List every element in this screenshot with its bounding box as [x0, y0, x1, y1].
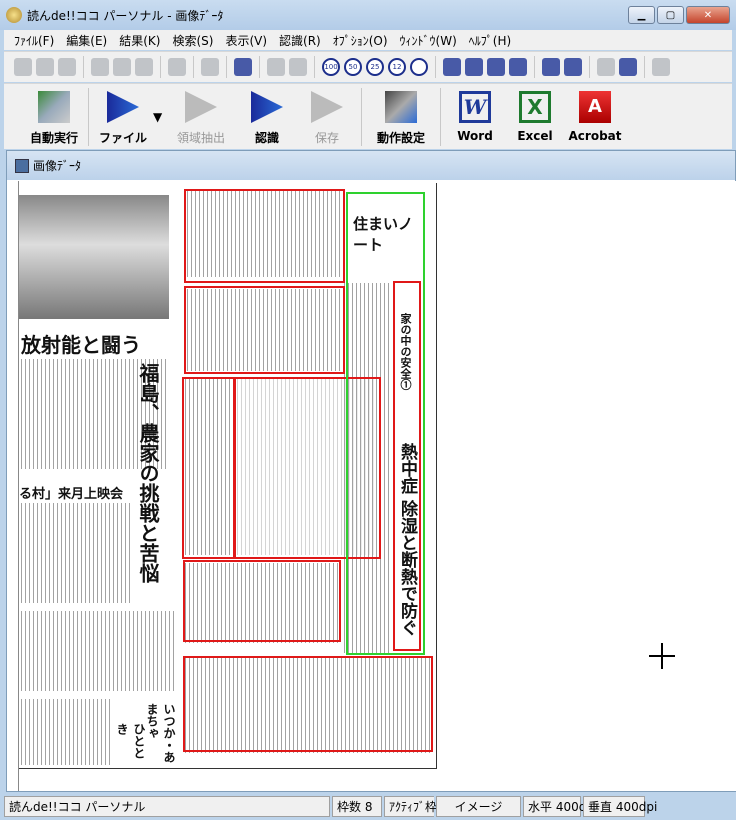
- frame-icon[interactable]: [201, 58, 219, 76]
- headline-fukushima: 福島、農家の挑戦と苦悩: [136, 363, 160, 583]
- insert-icon[interactable]: [465, 58, 483, 76]
- zoom-12-icon[interactable]: 12: [388, 58, 406, 76]
- menu-options[interactable]: ｵﾌﾟｼｮﾝ(O): [327, 32, 394, 49]
- zoom-100-icon[interactable]: 100: [322, 58, 340, 76]
- rotate-icon[interactable]: [91, 58, 109, 76]
- menu-help[interactable]: ﾍﾙﾌﾟ(H): [463, 32, 517, 49]
- app-icon: [6, 7, 22, 23]
- save-button[interactable]: 保存: [297, 87, 357, 149]
- image-data-window: 画像ﾃﾞｰﾀ 放射能と闘う 福島、農家の挑戦と苦悩 る村」来月上映会 ひととき …: [6, 150, 736, 792]
- paste-icon[interactable]: [58, 58, 76, 76]
- menu-search[interactable]: 検索(S): [166, 32, 219, 49]
- menu-view[interactable]: 表示(V): [219, 32, 273, 49]
- file-dropdown-icon[interactable]: ▼: [153, 110, 165, 124]
- headline-radiation: 放射能と闘う: [21, 333, 141, 357]
- merge-icon[interactable]: [564, 58, 582, 76]
- close-button[interactable]: ✕: [686, 6, 730, 24]
- target-icon[interactable]: [509, 58, 527, 76]
- file-icon: [107, 91, 139, 123]
- auto-run-icon: [38, 91, 70, 123]
- rotate-right-icon[interactable]: [113, 58, 131, 76]
- photo: [19, 195, 169, 319]
- recognition-frame[interactable]: [184, 286, 345, 374]
- recognition-frame[interactable]: [183, 560, 341, 642]
- file-button[interactable]: ファイル: [93, 87, 153, 149]
- headline-screening: る村」来月上映会: [19, 487, 124, 502]
- image-canvas[interactable]: 放射能と闘う 福島、農家の挑戦と苦悩 る村」来月上映会 ひととき いつか・あまち…: [18, 181, 736, 791]
- scanner-icon: [385, 91, 417, 123]
- copy-icon[interactable]: [36, 58, 54, 76]
- maximize-button[interactable]: ▢: [657, 6, 684, 24]
- zoom-page-icon[interactable]: [410, 58, 428, 76]
- status-frame-count: 枠数 8: [332, 796, 382, 817]
- status-app: 読んde!!ココ パーソナル: [4, 796, 330, 817]
- menu-window[interactable]: ｳｨﾝﾄﾞｳ(W): [394, 32, 463, 49]
- image-data-icon: [15, 158, 29, 173]
- main-toolbar: 自動実行 ファイル ▼ 領域抽出 認識 保存 動作設定 W Word X Excel…: [4, 83, 732, 149]
- menu-file[interactable]: ﾌｧｲﾙ(F): [8, 32, 60, 49]
- flip-icon[interactable]: [135, 58, 153, 76]
- import-icon[interactable]: [443, 58, 461, 76]
- menu-edit[interactable]: 編集(E): [60, 32, 113, 49]
- caption-hitotoki: ひととき: [115, 723, 146, 759]
- extract-area-button[interactable]: 領域抽出: [165, 87, 237, 149]
- grid-icon[interactable]: [597, 58, 615, 76]
- status-bar: 読んde!!ココ パーソナル 枠数 8 ｱｸﾃｨﾌﾞ枠 イメージ 水平 400d…: [4, 796, 732, 817]
- title-bar: 読んde!!ココ パーソナル - 画像ﾃﾞｰﾀ ▁ ▢ ✕: [0, 0, 736, 30]
- auto-run-button[interactable]: 自動実行: [24, 87, 84, 149]
- acrobat-icon: A: [579, 91, 611, 123]
- status-active: ｱｸﾃｨﾌﾞ枠: [384, 796, 437, 817]
- excel-button[interactable]: X Excel: [505, 87, 565, 149]
- standard-toolbar: 100 50 25 12: [4, 51, 732, 82]
- menu-bar: ﾌｧｲﾙ(F) 編集(E) 結果(K) 検索(S) 表示(V) 認識(R) ｵﾌ…: [4, 30, 732, 50]
- excel-icon: X: [519, 91, 551, 123]
- save-icon: [311, 91, 343, 123]
- window-title: 読んde!!ココ パーソナル - 画像ﾃﾞｰﾀ: [27, 8, 224, 23]
- recognition-frame[interactable]: [183, 656, 433, 752]
- ab-icon[interactable]: [289, 58, 307, 76]
- zoom-25-icon[interactable]: 25: [366, 58, 384, 76]
- extract-area-icon: [185, 91, 217, 123]
- recognize-button[interactable]: 認識: [237, 87, 297, 149]
- status-horizontal-dpi: 水平 400dpi: [523, 796, 597, 817]
- child-title-bar: 画像ﾃﾞｰﾀ: [7, 151, 735, 180]
- cut-icon[interactable]: [14, 58, 32, 76]
- word-icon: W: [459, 91, 491, 123]
- table-icon[interactable]: [619, 58, 637, 76]
- settings-button[interactable]: 動作設定: [366, 87, 436, 149]
- menu-result[interactable]: 結果(K): [113, 32, 166, 49]
- crosshair-cursor: [649, 643, 675, 669]
- word-button[interactable]: W Word: [445, 87, 505, 149]
- acrobat-button[interactable]: A Acrobat: [565, 87, 625, 149]
- recognition-frame[interactable]: [182, 377, 235, 559]
- scan-icon[interactable]: [487, 58, 505, 76]
- split-icon[interactable]: [542, 58, 560, 76]
- recognize-area-icon[interactable]: [267, 58, 285, 76]
- status-vertical-dpi: 垂直 400dpi: [583, 796, 657, 817]
- active-frame[interactable]: [346, 192, 425, 655]
- status-mode: イメージ: [436, 796, 521, 817]
- caption-itsuka: いつか・あまちゃ: [145, 703, 176, 763]
- book-icon[interactable]: [652, 58, 670, 76]
- eraser-icon[interactable]: [234, 58, 252, 76]
- recognize-icon: [251, 91, 283, 123]
- menu-recognize[interactable]: 認識(R): [273, 32, 327, 49]
- zoom-50-icon[interactable]: 50: [344, 58, 362, 76]
- recognition-frame[interactable]: [184, 189, 345, 283]
- minimize-button[interactable]: ▁: [628, 6, 655, 24]
- duplicate-icon[interactable]: [168, 58, 186, 76]
